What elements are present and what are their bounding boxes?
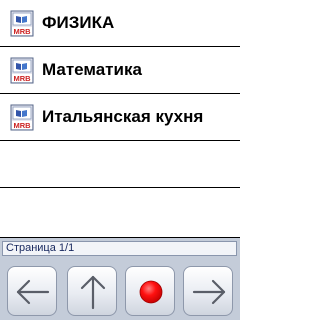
back-button[interactable]: [7, 266, 57, 316]
page-indicator: Страница 1/1: [2, 241, 237, 256]
list-item[interactable]: MRB Итальянская кухня: [0, 94, 240, 141]
list-item-label: Математика: [42, 60, 142, 79]
list-item[interactable]: MRB ФИЗИКА: [0, 0, 240, 47]
arrow-right-icon: [192, 279, 226, 305]
mrb-book-icon: MRB: [10, 57, 36, 85]
mrb-icon-text: MRB: [13, 27, 31, 36]
up-button[interactable]: [67, 266, 117, 316]
list-item-empty[interactable]: [0, 141, 240, 188]
forward-button[interactable]: [183, 266, 233, 316]
list-item[interactable]: MRB Математика: [0, 47, 240, 94]
list-item-empty[interactable]: [0, 188, 240, 238]
mrb-icon-text: MRB: [13, 121, 31, 130]
list-item-label: ФИЗИКА: [42, 13, 115, 32]
arrow-left-icon: [16, 279, 50, 305]
screen: MRB ФИЗИКА MRB Математика MRB Итальянска…: [0, 0, 240, 320]
mrb-icon-text: MRB: [13, 74, 31, 83]
list-item-label: Итальянская кухня: [42, 107, 204, 126]
book-list: MRB ФИЗИКА MRB Математика MRB Итальянска…: [0, 0, 240, 238]
mrb-book-icon: MRB: [10, 10, 36, 38]
record-button[interactable]: [125, 266, 175, 316]
toolbar: [0, 260, 240, 320]
record-icon: [139, 280, 163, 304]
mrb-book-icon: MRB: [10, 104, 36, 132]
arrow-up-icon: [80, 275, 106, 310]
status-bar: Страница 1/1: [0, 238, 240, 260]
